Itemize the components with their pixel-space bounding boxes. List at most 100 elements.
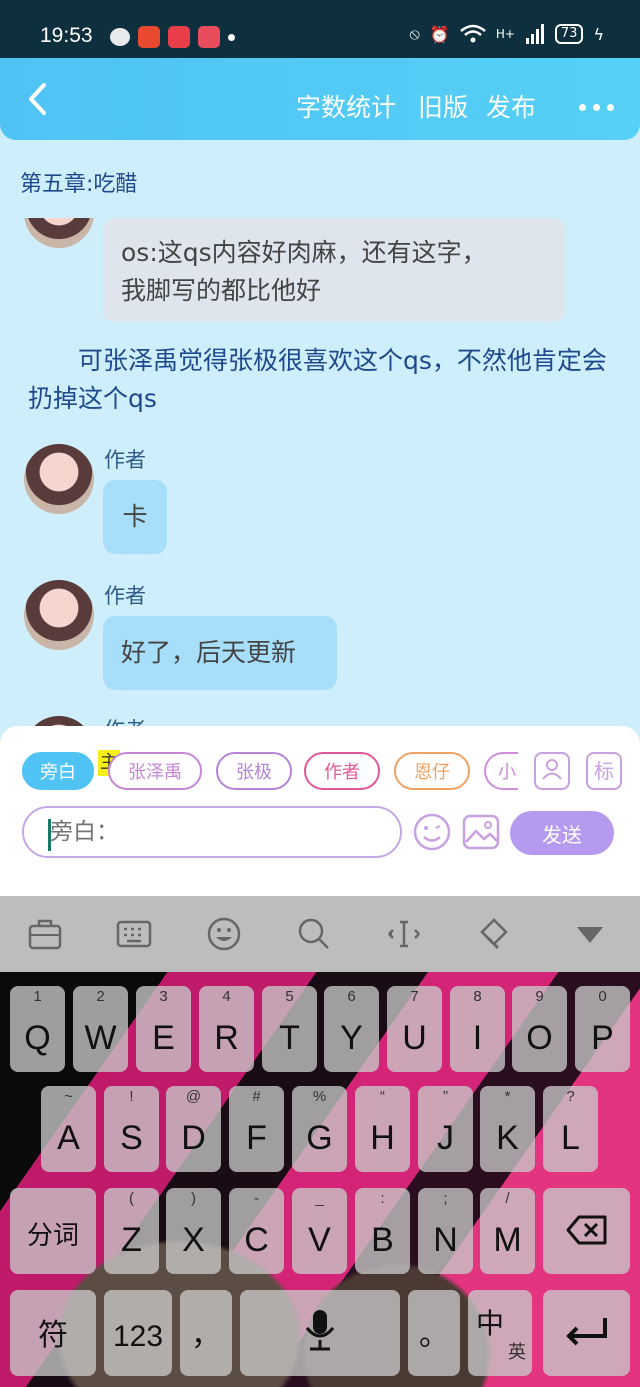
- key-a[interactable]: ~ A: [41, 1086, 96, 1172]
- key-sub: 1: [33, 988, 42, 1005]
- tag-button[interactable]: 标: [586, 752, 622, 790]
- key-label: ，: [191, 1319, 221, 1352]
- battery-icon: 73: [554, 24, 584, 44]
- segment-key[interactable]: 分词: [10, 1188, 96, 1274]
- key-label: K: [496, 1119, 519, 1157]
- key-label: F: [246, 1119, 267, 1157]
- image-icon[interactable]: [462, 814, 500, 850]
- key-l[interactable]: ? L: [543, 1086, 598, 1172]
- key-sub: @: [185, 1088, 202, 1105]
- key-f[interactable]: # F: [229, 1086, 284, 1172]
- dot-icon: [228, 33, 235, 41]
- key-label: L: [561, 1119, 580, 1157]
- key-n[interactable]: ; N: [418, 1188, 473, 1274]
- emoji-icon[interactable]: [412, 812, 452, 852]
- microphone-icon: [305, 1310, 335, 1351]
- key-t[interactable]: 5T: [262, 986, 317, 1072]
- key-s[interactable]: ! S: [104, 1086, 159, 1172]
- key-r[interactable]: 4R: [199, 986, 254, 1072]
- key-y[interactable]: 6Y: [324, 986, 379, 1072]
- message-bubble[interactable]: 卡: [103, 480, 167, 554]
- key-label: H: [370, 1119, 395, 1157]
- key-d[interactable]: @ D: [166, 1086, 221, 1172]
- backspace-key[interactable]: [543, 1188, 630, 1274]
- key-q[interactable]: 1Q: [10, 986, 65, 1072]
- key-sub: ?: [566, 1088, 575, 1105]
- key-j[interactable]: ” J: [418, 1086, 473, 1172]
- enter-key[interactable]: [543, 1290, 630, 1376]
- key-h[interactable]: “H: [355, 1086, 410, 1172]
- role-chip-zhangzeyu[interactable]: 张泽禹: [108, 752, 202, 790]
- notification-icons: [110, 26, 235, 48]
- key-b[interactable]: :B: [355, 1188, 410, 1274]
- enter-icon: [566, 1318, 607, 1346]
- role-chip-author[interactable]: 作者: [304, 752, 380, 790]
- collapse-keyboard-icon[interactable]: [572, 916, 608, 952]
- period-key[interactable]: 。: [408, 1290, 460, 1376]
- more-icon[interactable]: [579, 104, 614, 111]
- key-w[interactable]: 2W: [73, 986, 128, 1072]
- message-input[interactable]: [22, 806, 402, 858]
- emoji-keyboard-icon[interactable]: [206, 916, 242, 952]
- old-version-button[interactable]: 旧版: [418, 88, 468, 124]
- search-icon[interactable]: [296, 916, 332, 952]
- key-p[interactable]: 0P: [575, 986, 630, 1072]
- key-sub: ”: [443, 1088, 448, 1105]
- key-g[interactable]: % G: [292, 1086, 347, 1172]
- skin-brush-icon[interactable]: [476, 916, 512, 952]
- key-sub: 7: [410, 988, 419, 1005]
- key-e[interactable]: 3E: [136, 986, 191, 1072]
- toolbox-icon[interactable]: [27, 916, 63, 952]
- narration-text[interactable]: 可张泽禹觉得张极很喜欢这个qs，不然他肯定会扔掉这个qs: [28, 342, 608, 418]
- role-chip-narrator[interactable]: 旁白: [22, 752, 94, 790]
- role-chip-enzai[interactable]: 恩仔: [394, 752, 470, 790]
- space-key[interactable]: [240, 1290, 400, 1376]
- key-i[interactable]: 8I: [450, 986, 505, 1072]
- character-manage-icon[interactable]: [534, 752, 570, 790]
- key-label: 中: [476, 1308, 505, 1339]
- key-k[interactable]: * K: [480, 1086, 535, 1172]
- word-count-button[interactable]: 字数统计: [296, 88, 396, 124]
- key-o[interactable]: 9O: [512, 986, 567, 1072]
- key-sub: %: [312, 1088, 327, 1105]
- chapter-title[interactable]: 第五章:吃醋: [20, 166, 137, 198]
- avatar[interactable]: [24, 580, 94, 650]
- publish-button[interactable]: 发布: [486, 88, 536, 124]
- key-u[interactable]: 7U: [387, 986, 442, 1072]
- key-z[interactable]: (Z: [104, 1188, 159, 1274]
- key-v[interactable]: _ V: [292, 1188, 347, 1274]
- wifi-icon: [460, 24, 486, 43]
- key-x[interactable]: ) X: [166, 1188, 221, 1274]
- message-bubble[interactable]: 好了，后天更新: [103, 616, 337, 690]
- system-icons: ⦸ ⏰ H+ 73 ϟ: [409, 24, 604, 44]
- wechat-icon: [110, 28, 130, 46]
- symbol-key[interactable]: 符: [10, 1290, 96, 1376]
- message-text: 我脚写的都比他好: [121, 276, 322, 305]
- role-chip-zhangji[interactable]: 张极: [216, 752, 292, 790]
- author-name: 作者: [104, 448, 146, 472]
- music-icon: [168, 26, 190, 48]
- number-key[interactable]: 123: [104, 1290, 172, 1376]
- back-icon[interactable]: [22, 82, 56, 116]
- role-chip-partial[interactable]: 小: [484, 752, 518, 790]
- backspace-icon: [566, 1215, 607, 1245]
- avatar[interactable]: [24, 218, 94, 248]
- send-button[interactable]: 发送: [510, 811, 614, 855]
- key-label: 符: [38, 1319, 68, 1352]
- chip-label: 旁白: [40, 762, 76, 783]
- language-switch-key[interactable]: 中 英: [468, 1290, 532, 1376]
- comma-key[interactable]: ，: [180, 1290, 232, 1376]
- key-sub: :: [380, 1190, 385, 1207]
- chat-area[interactable]: os:这qs内容好肉麻，还有这字， 我脚写的都比他好 可张泽禹觉得张极很喜欢这个…: [0, 218, 640, 728]
- message-bubble[interactable]: os:这qs内容好肉麻，还有这字， 我脚写的都比他好: [103, 218, 565, 322]
- avatar[interactable]: [24, 444, 94, 514]
- cursor-move-icon[interactable]: [386, 916, 422, 952]
- key-m[interactable]: / M: [480, 1188, 535, 1274]
- app-notification-icon: [198, 26, 220, 48]
- key-c[interactable]: -C: [229, 1188, 284, 1274]
- message-text: 好了，后天更新: [121, 638, 297, 667]
- key-label: M: [493, 1221, 522, 1259]
- key-label: N: [433, 1221, 458, 1259]
- keyboard-layout-icon[interactable]: [116, 916, 152, 952]
- key-sub: 2: [96, 988, 105, 1005]
